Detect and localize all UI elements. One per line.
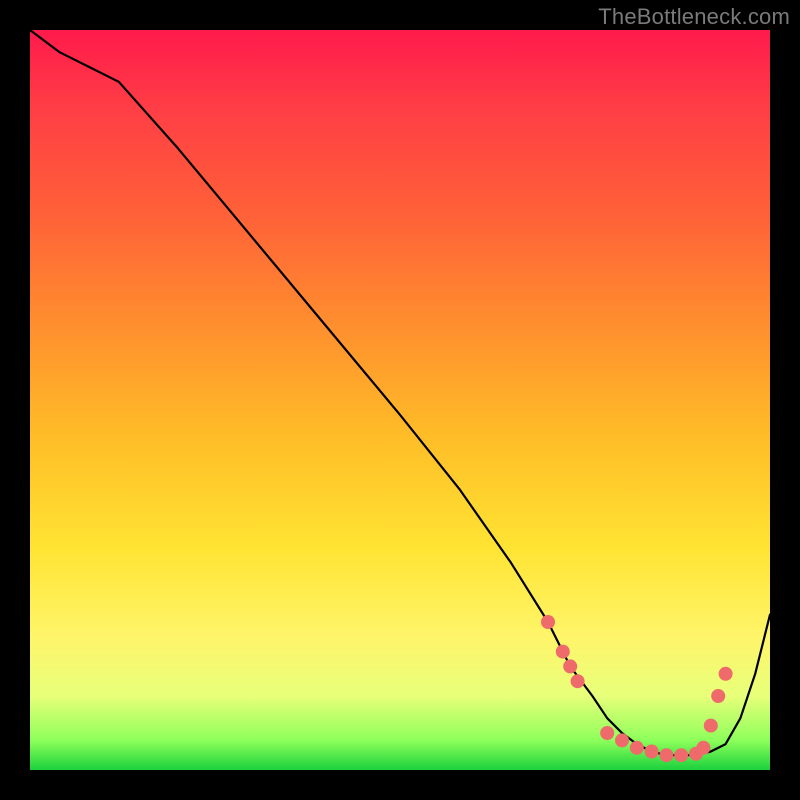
curve-marker xyxy=(719,667,733,681)
curve-markers xyxy=(541,615,733,762)
curve-marker xyxy=(541,615,555,629)
curve-marker xyxy=(563,659,577,673)
curve-marker xyxy=(704,719,718,733)
curve-marker xyxy=(674,748,688,762)
chart-frame: TheBottleneck.com xyxy=(0,0,800,800)
curve-marker xyxy=(645,745,659,759)
watermark-text: TheBottleneck.com xyxy=(598,4,790,30)
curve-marker xyxy=(571,674,585,688)
curve-marker xyxy=(711,689,725,703)
curve-marker xyxy=(630,741,644,755)
bottleneck-curve xyxy=(30,30,770,755)
plot-gradient-area xyxy=(30,30,770,770)
curve-marker xyxy=(696,741,710,755)
curve-svg xyxy=(30,30,770,770)
curve-marker xyxy=(615,733,629,747)
curve-marker xyxy=(556,645,570,659)
curve-marker xyxy=(659,748,673,762)
curve-marker xyxy=(600,726,614,740)
